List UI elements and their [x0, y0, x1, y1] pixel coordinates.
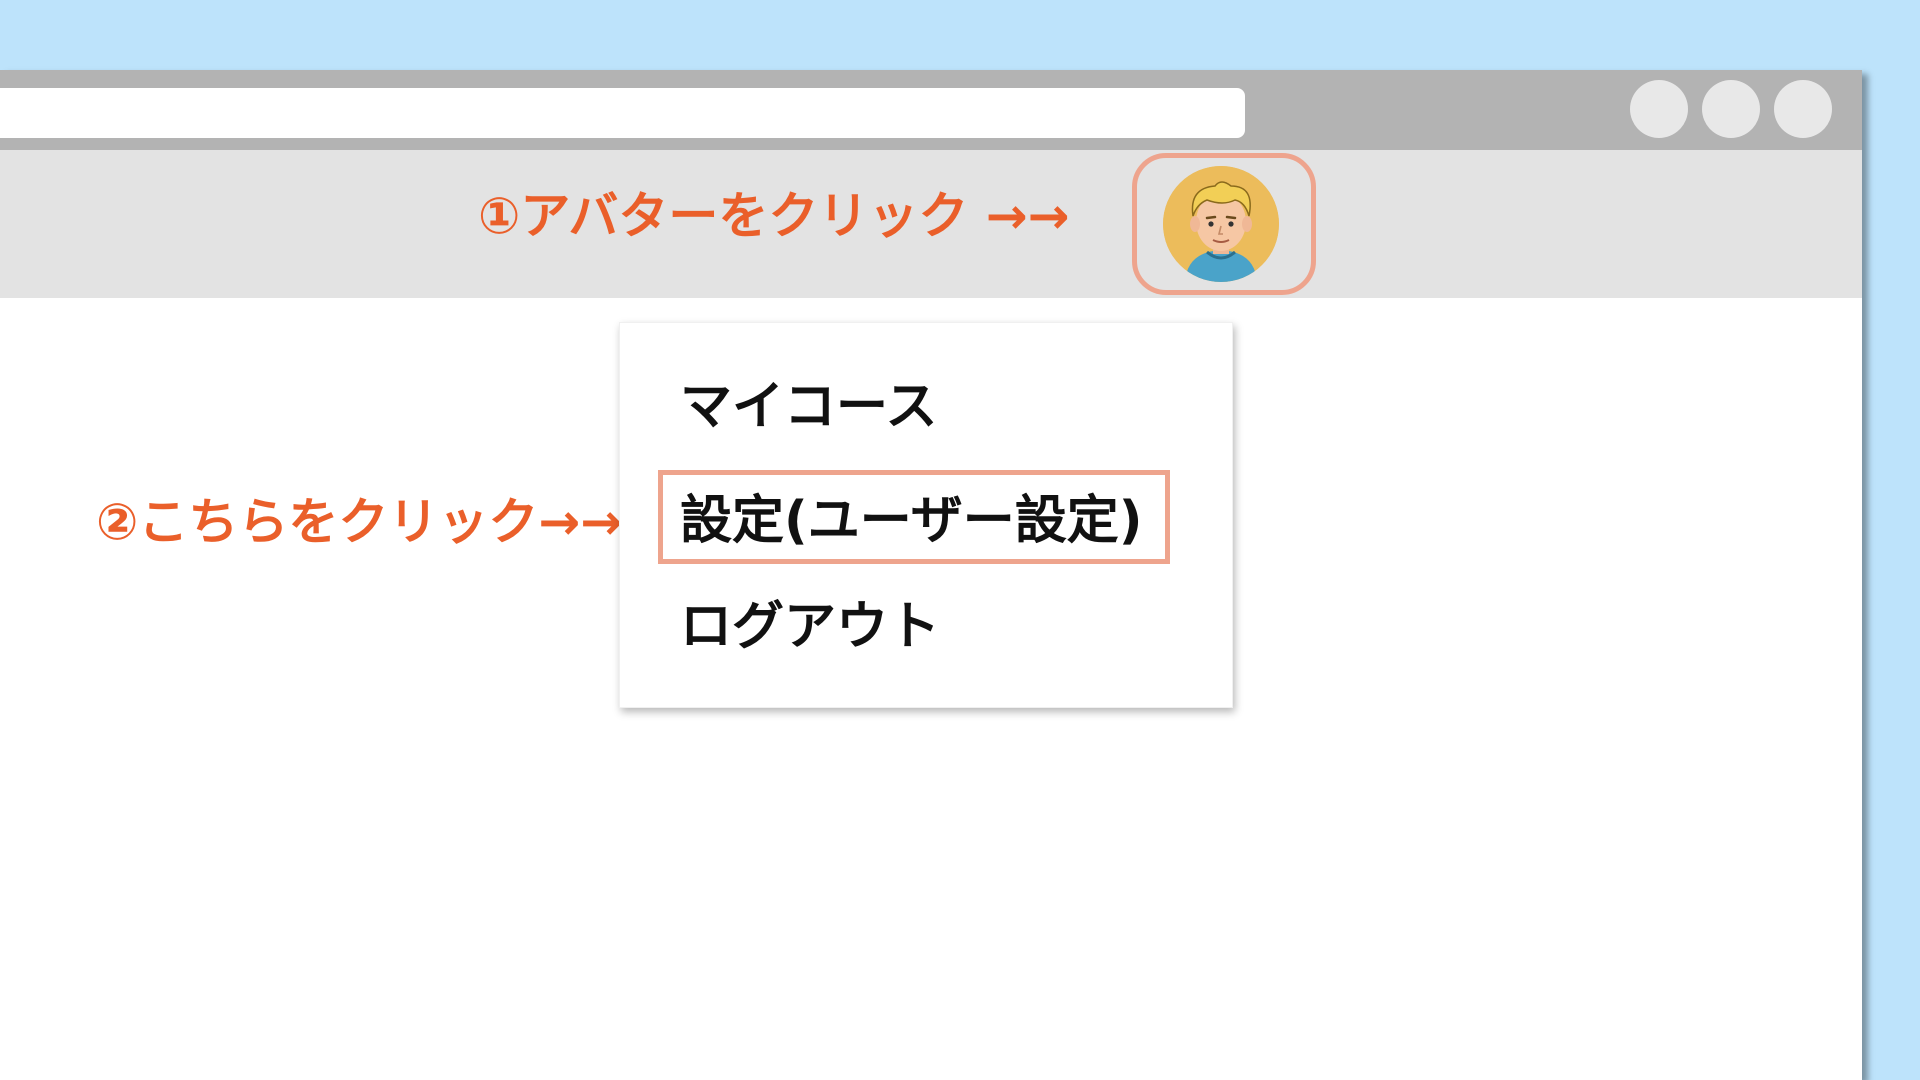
window-control-button[interactable]	[1774, 80, 1832, 138]
window-control-button[interactable]	[1630, 80, 1688, 138]
step1-annotation: ①アバターをクリック →→	[478, 187, 1070, 245]
user-dropdown-menu: マイコース 設定(ユーザー設定) ログアウト	[619, 322, 1233, 708]
user-avatar-icon[interactable]	[1163, 166, 1279, 282]
browser-titlebar	[0, 70, 1862, 150]
window-control-button[interactable]	[1702, 80, 1760, 138]
step2-annotation: ②こちらをクリック→→	[96, 493, 623, 551]
menu-item-my-courses[interactable]: マイコース	[680, 375, 937, 439]
menu-item-logout[interactable]: ログアウト	[680, 595, 940, 659]
address-bar[interactable]	[0, 88, 1245, 138]
menu-item-settings[interactable]: 設定(ユーザー設定)	[680, 489, 1143, 553]
